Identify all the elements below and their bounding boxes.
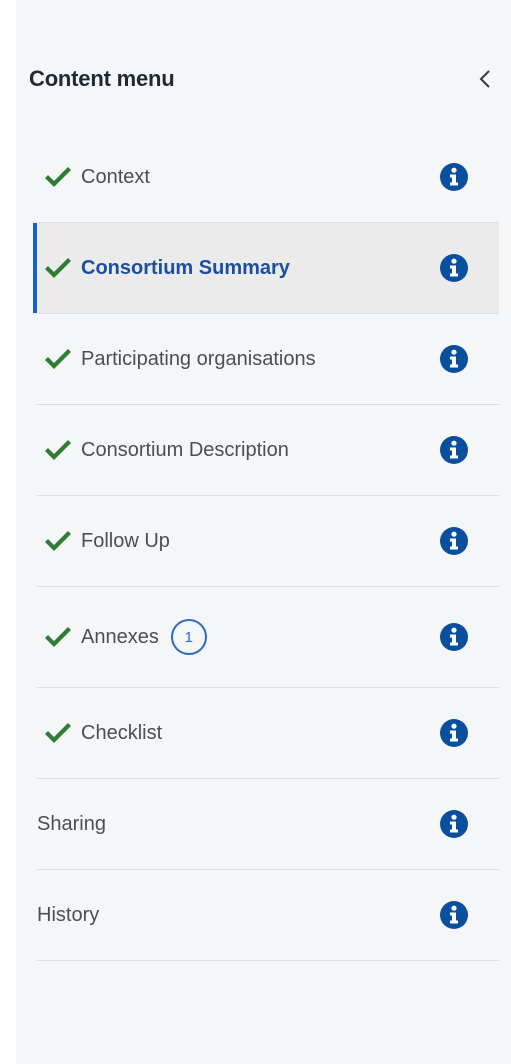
menu-item-history[interactable]: History xyxy=(37,870,499,961)
menu-item-label: Follow Up xyxy=(81,529,170,552)
info-icon[interactable] xyxy=(439,162,469,192)
chevron-left-icon xyxy=(478,68,492,90)
info-icon[interactable] xyxy=(439,809,469,839)
info-icon[interactable] xyxy=(439,622,469,652)
checkmark-icon xyxy=(43,529,73,553)
info-icon[interactable] xyxy=(439,900,469,930)
content-menu-list: Context Consortium Summary Participating… xyxy=(33,132,499,961)
info-icon[interactable] xyxy=(439,718,469,748)
menu-item-label: Annexes xyxy=(81,625,159,648)
checkmark-icon xyxy=(43,438,73,462)
menu-item-label: Consortium Summary xyxy=(81,256,290,279)
content-menu-panel: Content menu Context Consortium Summary … xyxy=(16,0,511,1064)
menu-item-label: Participating organisations xyxy=(81,347,316,370)
menu-item-label: Checklist xyxy=(81,721,163,744)
checkmark-icon xyxy=(43,625,73,649)
menu-item-context[interactable]: Context xyxy=(37,132,499,223)
checkmark-icon xyxy=(43,256,73,280)
collapse-menu-button[interactable] xyxy=(471,62,499,96)
panel-header: Content menu xyxy=(29,58,499,100)
menu-item-consortium-description[interactable]: Consortium Description xyxy=(37,405,499,496)
panel-title: Content menu xyxy=(29,66,175,91)
menu-item-label: Context xyxy=(81,165,150,188)
info-icon[interactable] xyxy=(439,253,469,283)
menu-item-checklist[interactable]: Checklist xyxy=(37,688,499,779)
checkmark-icon xyxy=(43,165,73,189)
menu-item-label: History xyxy=(37,903,100,926)
info-icon[interactable] xyxy=(439,526,469,556)
info-icon[interactable] xyxy=(439,344,469,374)
menu-item-participating-organisations[interactable]: Participating organisations xyxy=(37,314,499,405)
info-icon[interactable] xyxy=(439,435,469,465)
menu-item-label: Consortium Description xyxy=(81,438,289,461)
checkmark-icon xyxy=(43,347,73,371)
checkmark-icon xyxy=(43,721,73,745)
menu-item-consortium-summary[interactable]: Consortium Summary xyxy=(33,223,499,314)
menu-item-follow-up[interactable]: Follow Up xyxy=(37,496,499,587)
menu-item-label: Sharing xyxy=(37,812,106,835)
count-badge: 1 xyxy=(170,619,207,655)
menu-item-sharing[interactable]: Sharing xyxy=(37,779,499,870)
menu-item-annexes[interactable]: Annexes 1 xyxy=(37,587,499,688)
